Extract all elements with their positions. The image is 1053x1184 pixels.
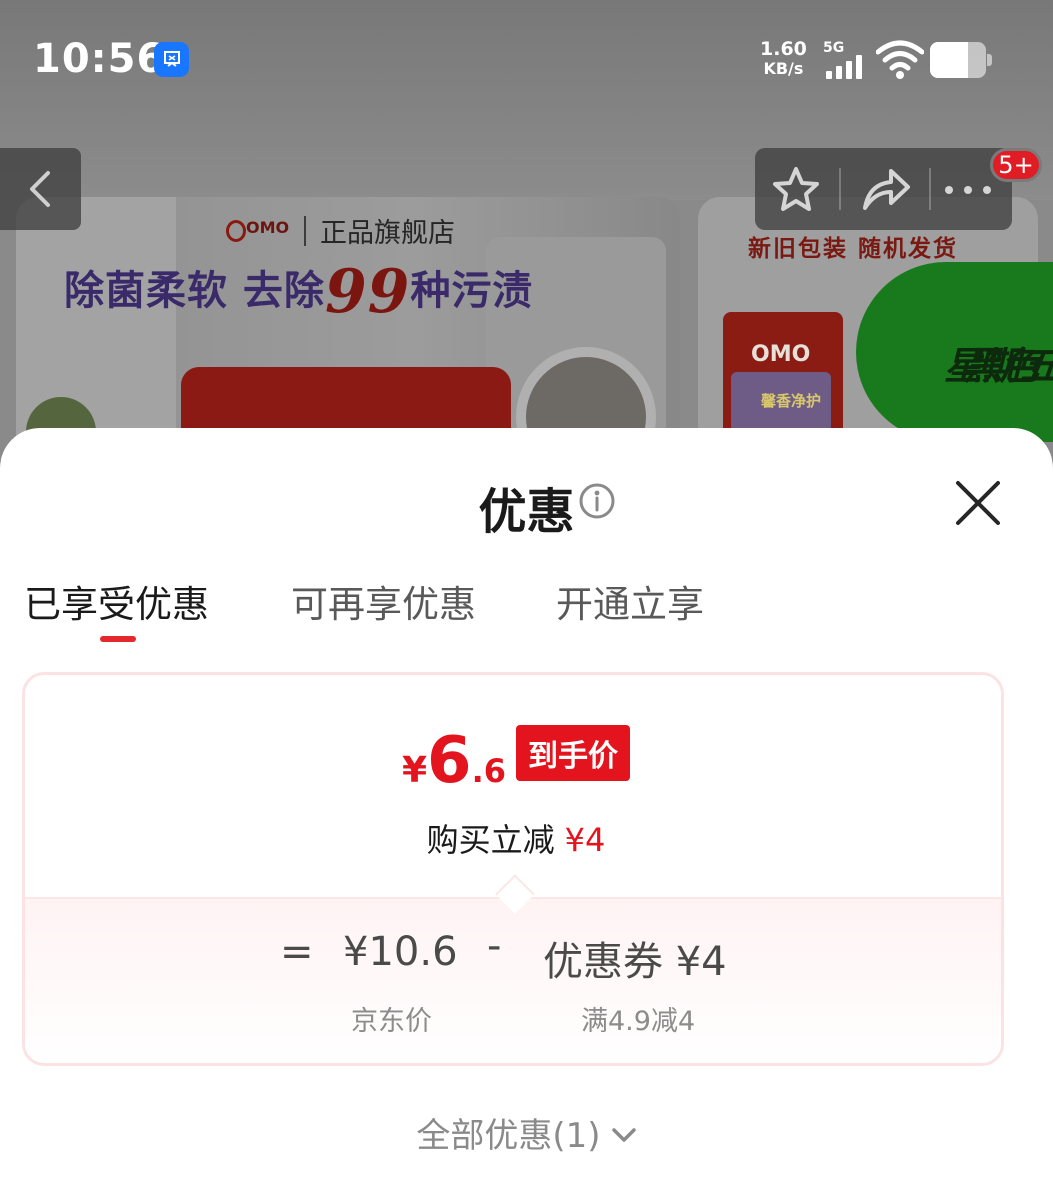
discount-summary-card: ¥6.6 到手价 购买立减 ¥4 = ¥10.6 - 优惠券 ¥4 京东价 满4.9… — [22, 672, 1004, 1066]
tab-activate-discounts[interactable]: 开通立享 — [556, 574, 704, 628]
product-main-image[interactable]: OMO 正品旗舰店 除菌柔软 去除99种污渍 — [16, 197, 680, 460]
price-formula: = ¥10.6 - 优惠券 ¥4 — [25, 923, 1001, 985]
final-price-row: ¥6.6 到手价 — [25, 725, 1001, 793]
sheet-title: 优惠 — [478, 484, 575, 540]
wifi-icon — [875, 40, 925, 80]
all-deals-label: 全部优惠(1) — [416, 1116, 601, 1156]
net-speed-unit: KB/s — [763, 59, 804, 78]
favorite-button[interactable] — [771, 166, 821, 212]
formula-base-price: ¥10.6 — [343, 929, 458, 975]
close-icon[interactable] — [953, 478, 1003, 528]
share-icon — [863, 169, 910, 210]
saving-label: 购买立减 — [426, 821, 555, 859]
saving-amount: ¥4 — [564, 821, 606, 859]
info-icon[interactable] — [578, 482, 616, 520]
final-price-integer: 6 — [427, 724, 472, 798]
chevron-down-icon — [611, 1128, 636, 1142]
final-price-tag: 到手价 — [516, 725, 630, 781]
formula-minus: - — [487, 923, 502, 969]
discount-tabs: 已享受优惠 可再享优惠 开通立享 — [0, 574, 1053, 644]
side-bag-label: 馨香净护 — [731, 372, 831, 432]
black-friday-badge: 黑色 星期五 — [856, 262, 1053, 442]
banner-slogan: 除菌柔软 去除99种污渍 — [64, 257, 533, 327]
currency-symbol: ¥ — [401, 750, 428, 791]
omo-logo: OMO — [226, 216, 290, 246]
slogan-part1: 除菌柔软 去除 — [64, 267, 325, 314]
more-button[interactable] — [943, 166, 993, 212]
coupon-condition-label: 满4.9减4 — [581, 1006, 696, 1037]
formula-equals: = — [280, 929, 314, 975]
back-button[interactable] — [0, 148, 81, 230]
store-label: 正品旗舰店 — [320, 218, 455, 249]
price-breakdown — [25, 897, 1001, 1063]
tab-enjoyed-discounts[interactable]: 已享受优惠 — [24, 574, 209, 628]
share-button[interactable] — [861, 166, 911, 212]
logo-divider — [304, 215, 306, 246]
top-action-bar — [755, 148, 1012, 230]
net-speed: 1.60 KB/s — [760, 38, 807, 79]
tab-more-discounts[interactable]: 可再享优惠 — [291, 574, 476, 628]
discount-sheet: 优惠 已享受优惠 可再享优惠 开通立享 ¥6.6 到手价 购买立减 ¥4 = ¥10… — [0, 428, 1053, 1184]
net-speed-value: 1.60 — [760, 38, 807, 60]
tab-indicator — [100, 636, 136, 642]
brand-row: OMO 正品旗舰店 — [226, 211, 455, 250]
signal-icon — [826, 55, 866, 79]
message-count-badge[interactable]: 5+ — [990, 148, 1042, 182]
badge-line2: 星期五 — [943, 344, 1053, 388]
star-icon — [773, 167, 819, 211]
network-type: 5G — [823, 40, 845, 56]
status-bar: 10:56 1.60 KB/s 5G — [0, 0, 1053, 120]
final-price-decimal: .6 — [471, 752, 506, 790]
all-deals-toggle[interactable]: 全部优惠(1) — [0, 1108, 1053, 1157]
status-time: 10:56 — [33, 36, 166, 82]
side-banner-text: 新旧包装 随机发货 — [748, 236, 959, 262]
screenshot-app-icon — [154, 42, 189, 77]
formula-coupon: 优惠券 ¥4 — [543, 939, 727, 985]
omo-logo-text: OMO — [246, 217, 290, 237]
base-price-label: 京东价 — [351, 1006, 432, 1037]
more-icon — [945, 186, 991, 194]
slogan-number: 99 — [324, 257, 411, 327]
slogan-part2: 种污渍 — [410, 267, 534, 314]
side-bag-product: 馨香净护 — [761, 392, 822, 410]
sheet-header: 优惠 — [0, 472, 1053, 542]
side-bag-brand: OMO — [751, 342, 811, 367]
chevron-left-icon — [30, 171, 50, 207]
battery-icon — [930, 42, 992, 78]
saving-row: 购买立减 ¥4 — [25, 815, 1001, 861]
